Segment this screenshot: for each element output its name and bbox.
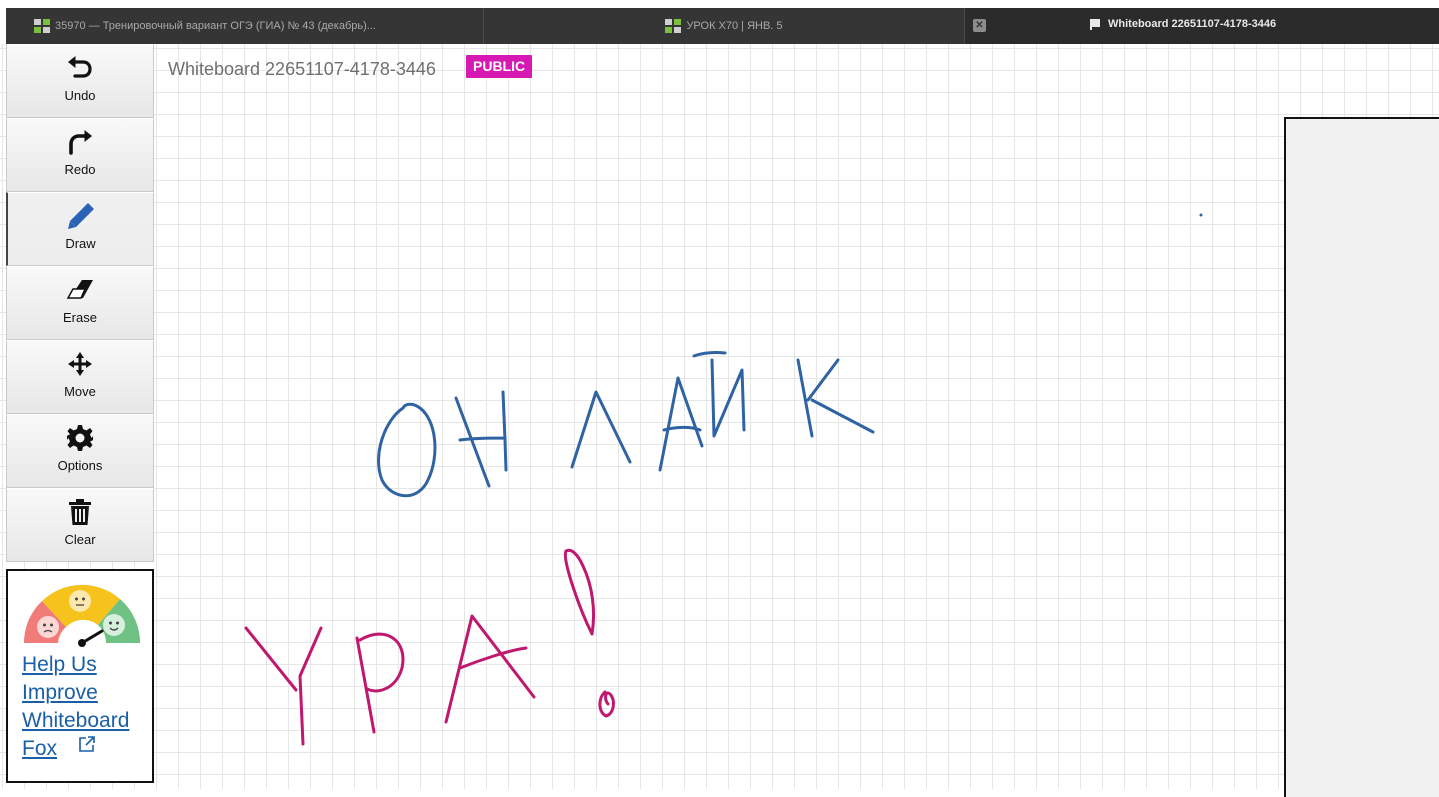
tab-label: 35970 — Тренировочный вариант ОГЭ (ГИА) … — [55, 20, 376, 32]
undo-label: Undo — [64, 88, 96, 103]
undo-icon — [68, 56, 92, 78]
erase-button[interactable]: Erase — [6, 266, 154, 340]
gear-icon — [67, 425, 93, 451]
browser-tab-oge[interactable]: 35970 — Тренировочный вариант ОГЭ (ГИА) … — [6, 8, 484, 44]
tab-label: УРОК Х70 | ЯНВ. 5 — [686, 20, 783, 32]
redo-label: Redo — [64, 162, 96, 177]
satisfaction-gauge-icon — [24, 584, 141, 647]
eraser-icon — [66, 280, 93, 299]
tab-label: Whiteboard 22651107-4178-3446 — [1108, 18, 1277, 30]
options-label: Options — [57, 458, 103, 473]
redo-button[interactable]: Redo — [6, 118, 154, 192]
erase-label: Erase — [63, 310, 97, 325]
undo-button[interactable]: Undo — [6, 44, 154, 118]
app-favicon-icon — [34, 19, 50, 33]
move-arrows-icon — [68, 352, 92, 376]
browser-tab-bar: 35970 — Тренировочный вариант ОГЭ (ГИА) … — [0, 0, 1439, 44]
move-button[interactable]: Move — [6, 340, 154, 414]
flag-icon — [1089, 18, 1100, 30]
tab-label-wrap: Whiteboard 22651107-4178-3446 — [1089, 18, 1276, 30]
tab-strip: 35970 — Тренировочный вариант ОГЭ (ГИА) … — [6, 8, 1439, 44]
browser-tab-lesson[interactable]: УРОК Х70 | ЯНВ. 5 — [484, 8, 965, 44]
tool-palette: Undo Redo Draw Erase Move Options Clear — [6, 44, 154, 562]
board-title: Whiteboard 22651107-4178-3446 — [168, 59, 436, 79]
browser-tab-whiteboard[interactable]: ✕ Whiteboard 22651107-4178-3446 — [965, 8, 1439, 44]
external-link-icon[interactable] — [78, 735, 96, 753]
redo-icon — [69, 130, 92, 155]
move-label: Move — [64, 384, 96, 399]
close-tab-icon[interactable]: ✕ — [973, 19, 986, 32]
clear-label: Clear — [64, 532, 96, 547]
public-badge: PUBLIC — [466, 55, 533, 78]
feedback-panel: Help Us Improve Whiteboard Fox — [6, 569, 154, 783]
pencil-icon — [67, 203, 94, 229]
draw-button[interactable]: Draw — [6, 192, 154, 266]
clear-button[interactable]: Clear — [6, 488, 154, 562]
whiteboard-canvas[interactable] — [0, 44, 1439, 789]
side-sheet-panel — [1284, 117, 1439, 797]
options-button[interactable]: Options — [6, 414, 154, 488]
trash-icon — [69, 499, 91, 525]
draw-label: Draw — [65, 236, 96, 251]
app-favicon-icon — [665, 19, 682, 33]
